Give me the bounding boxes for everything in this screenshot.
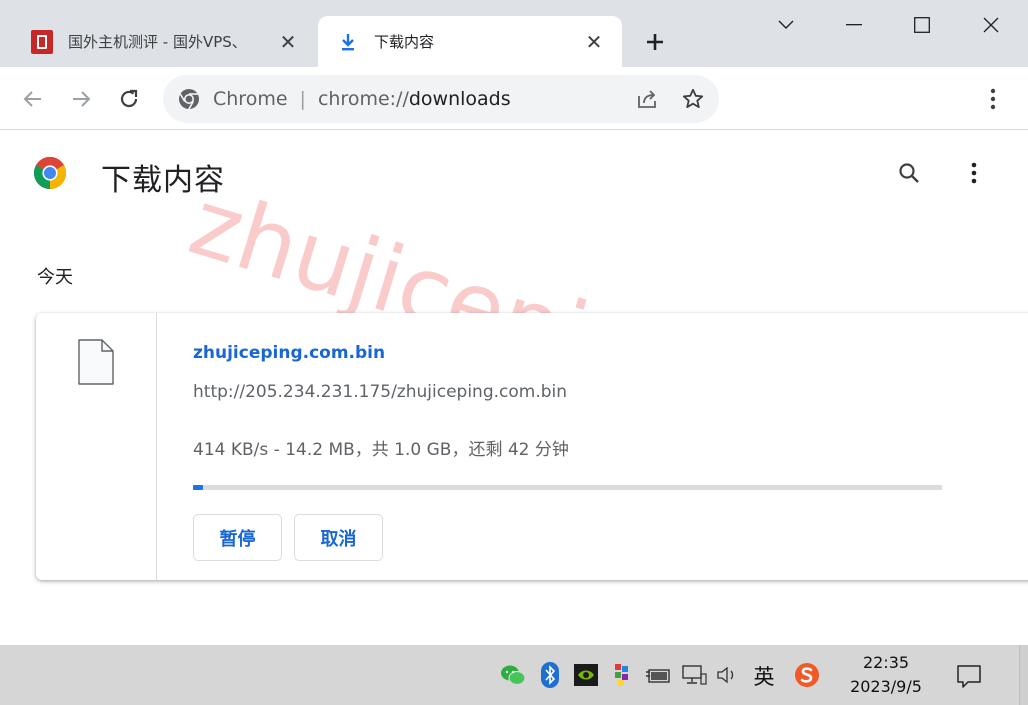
download-icon — [336, 30, 360, 54]
address-bar[interactable]: Chrome | chrome://downloads — [163, 75, 719, 123]
back-arrow-icon[interactable] — [16, 82, 50, 116]
new-tab-icon[interactable] — [640, 27, 670, 57]
sogou-input-icon[interactable] — [794, 661, 820, 689]
clock-time: 22:35 — [862, 653, 910, 672]
taskbar: 英 22:35 2023/9/5 — [0, 645, 1028, 705]
site-logo-icon — [30, 29, 54, 54]
tab-strip: 国外主机测评 - 国外VPS、 ✕ 下载内容 ✕ — [0, 0, 1028, 67]
ime-language-indicator[interactable]: 英 — [750, 661, 778, 691]
clock-date: 2023/9/5 — [850, 677, 922, 696]
downloads-menu-icon[interactable] — [958, 157, 990, 189]
source-url: http://205.234.231.175/zhujiceping.com.b… — [193, 382, 568, 402]
forward-arrow-icon[interactable] — [64, 82, 98, 116]
tab-title: 国外主机测评 - 国外VPS、 — [68, 33, 247, 51]
file-name-link[interactable]: zhujiceping.com.bin — [193, 343, 385, 363]
tab-search-chevron-down-icon[interactable] — [752, 0, 820, 50]
show-desktop-button[interactable] — [1019, 645, 1028, 705]
bluetooth-icon[interactable] — [537, 661, 563, 689]
url-scheme: chrome:// — [317, 88, 409, 110]
omnibox-separator: | — [299, 88, 306, 110]
page-title: 下载内容 — [101, 163, 225, 198]
progress-bar — [193, 485, 942, 490]
browser-menu-icon[interactable] — [976, 82, 1010, 116]
maximize-icon[interactable] — [888, 0, 956, 50]
wechat-icon[interactable] — [500, 661, 526, 689]
pause-button[interactable]: 暂停 — [193, 514, 282, 561]
file-icon-column — [36, 313, 157, 580]
tab-close-icon[interactable]: ✕ — [274, 28, 302, 56]
toolbar: Chrome | chrome://downloads — [0, 67, 1028, 130]
tab-title: 下载内容 — [374, 33, 435, 51]
site-label: Chrome — [213, 88, 288, 110]
reload-icon[interactable] — [112, 82, 146, 116]
window-close-icon[interactable] — [957, 0, 1025, 50]
clock[interactable]: 22:35 2023/9/5 — [838, 651, 934, 699]
cancel-button[interactable]: 取消 — [294, 514, 383, 561]
network-icon[interactable] — [681, 661, 707, 689]
download-item: zhujiceping.com.bin http://205.234.231.1… — [36, 313, 1028, 580]
tab-close-icon[interactable]: ✕ — [580, 28, 608, 56]
date-group-label: 今天 — [37, 267, 73, 288]
share-icon[interactable] — [635, 87, 659, 111]
minimize-icon[interactable] — [820, 0, 888, 50]
notification-center-icon[interactable] — [955, 662, 983, 690]
progress-bar-fill — [193, 485, 204, 490]
nvidia-icon[interactable] — [573, 661, 599, 689]
color-palette-icon[interactable] — [609, 661, 635, 689]
volume-icon[interactable] — [715, 661, 741, 689]
tab-downloads[interactable]: 下载内容 ✕ — [318, 16, 622, 67]
tab-site[interactable]: 国外主机测评 - 国外VPS、 ✕ — [20, 16, 316, 67]
downloads-header: 下载内容 — [0, 131, 1028, 221]
bookmark-star-icon[interactable] — [681, 87, 705, 111]
search-icon[interactable] — [893, 157, 925, 189]
battery-power-icon[interactable] — [645, 661, 671, 689]
chrome-site-icon — [179, 89, 199, 110]
download-status: 414 KB/s - 14.2 MB，共 1.0 GB，还剩 42 分钟 — [193, 440, 569, 460]
url-text: chrome://downloads — [318, 88, 511, 110]
file-icon — [78, 339, 114, 385]
chrome-logo-icon — [33, 156, 67, 190]
url-host: downloads — [408, 88, 511, 110]
